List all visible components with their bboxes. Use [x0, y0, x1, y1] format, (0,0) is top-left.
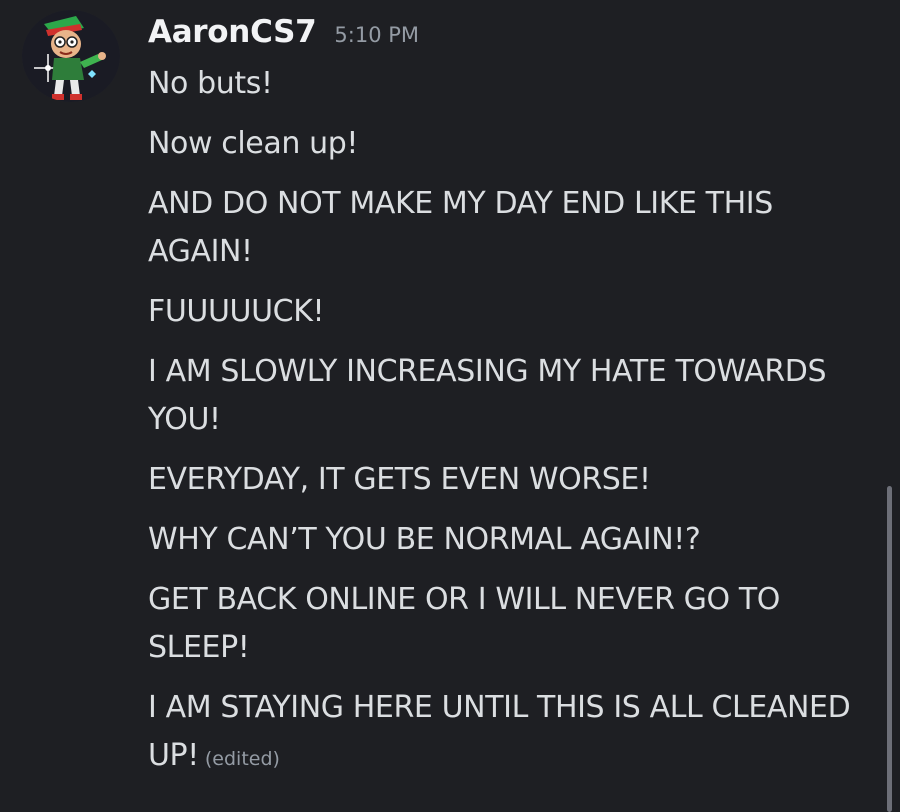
message-text: WHY CAN’T YOU BE NORMAL AGAIN!? — [148, 522, 701, 557]
edited-label: (edited) — [204, 748, 280, 770]
username[interactable]: AaronCS7 — [148, 14, 317, 50]
message-text: FUUUUUCK! — [148, 294, 325, 329]
message-text: I AM SLOWLY INCREASING MY HATE TOWARDS Y… — [148, 354, 827, 437]
message-text: AND DO NOT MAKE MY DAY END LIKE THIS AGA… — [148, 186, 773, 269]
user-avatar[interactable] — [22, 10, 120, 102]
timestamp[interactable]: 5:10 PM — [334, 23, 419, 47]
message-last: I AM STAYING HERE UNTIL THIS IS ALL CLEA… — [148, 684, 868, 783]
message-list: No buts! Now clean up! AND DO NOT MAKE M… — [148, 60, 868, 795]
message-text: EVERYDAY, IT GETS EVEN WORSE! — [148, 462, 651, 497]
message-text: Now clean up! — [148, 126, 358, 161]
message-header: AaronCS7 5:10 PM — [148, 14, 419, 54]
message-text: No buts! — [148, 66, 273, 101]
scrollbar-thumb[interactable] — [887, 486, 892, 812]
cartoon-character-avatar-icon — [22, 10, 120, 102]
message-text: GET BACK ONLINE OR I WILL NEVER GO TO SL… — [148, 582, 780, 665]
